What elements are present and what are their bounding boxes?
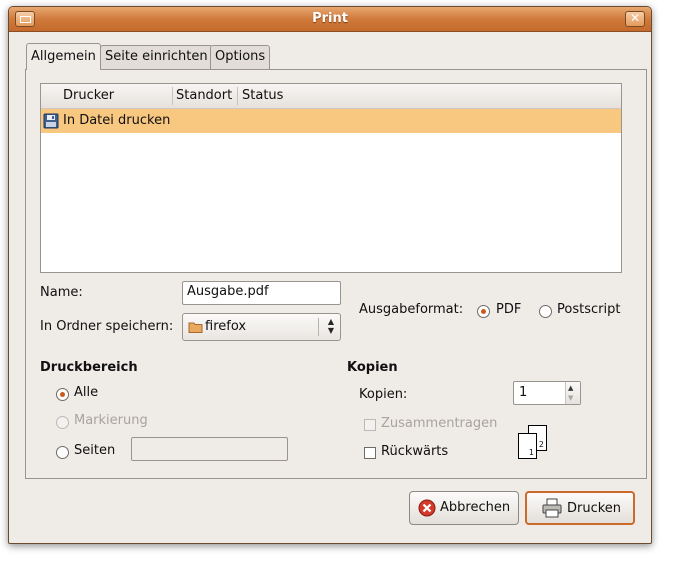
column-separator: [237, 87, 238, 105]
folder-select[interactable]: firefox ▲ ▼: [182, 313, 341, 341]
tab-allgemein[interactable]: Allgemein: [26, 43, 101, 70]
tab-seite-einrichten[interactable]: Seite einrichten: [100, 45, 213, 69]
format-pdf-label: PDF: [496, 302, 522, 317]
spin-buttons[interactable]: ▲ ▼: [565, 382, 580, 404]
printer-list-header: Drucker Standort Status: [41, 84, 621, 109]
cancel-icon: [418, 499, 436, 517]
column-header-location[interactable]: Standort: [176, 88, 232, 103]
format-postscript-radio[interactable]: [539, 305, 552, 318]
print-button[interactable]: Drucken: [525, 491, 635, 525]
print-dialog: Print ✕ Allgemein Seite einrichten Optio…: [8, 6, 652, 544]
printer-list[interactable]: Drucker Standort Status In Datei drucken: [40, 83, 622, 273]
spin-down-icon[interactable]: ▼: [568, 395, 573, 402]
column-header-status[interactable]: Status: [242, 88, 283, 103]
range-selection-label: Markierung: [74, 413, 148, 428]
column-separator: [172, 87, 173, 105]
tab-panel-general: Drucker Standort Status In Datei drucken…: [25, 69, 647, 479]
range-all-radio[interactable]: [56, 388, 69, 401]
close-button[interactable]: ✕: [625, 11, 645, 27]
folder-label: In Ordner speichern:: [40, 319, 174, 334]
page-icon: 1: [518, 433, 537, 459]
printer-icon: [542, 498, 562, 518]
range-pages-radio[interactable]: [56, 446, 69, 459]
collate-checkbox: [364, 419, 376, 431]
title-bar: Print ✕: [9, 7, 651, 32]
printer-row-print-to-file[interactable]: In Datei drucken: [41, 109, 621, 133]
tab-options[interactable]: Options: [210, 45, 271, 69]
range-pages-label: Seiten: [74, 443, 116, 458]
cancel-label: Abbrechen: [440, 500, 511, 515]
format-postscript-label: Postscript: [557, 302, 621, 317]
window-title: Print: [312, 11, 348, 26]
range-selection-radio: [56, 416, 69, 429]
reverse-label: Rückwärts: [381, 444, 449, 459]
floppy-disk-icon: [43, 113, 59, 129]
tab-label: Options: [215, 49, 266, 64]
folder-value: firefox: [205, 319, 247, 334]
combo-separator: [318, 318, 319, 336]
tab-label: Seite einrichten: [105, 49, 208, 64]
range-all-label: Alle: [74, 385, 99, 400]
copies-value: 1: [519, 385, 528, 400]
format-label: Ausgabeformat:: [359, 302, 464, 317]
collate-label: Zusammentragen: [381, 416, 498, 431]
copies-heading: Kopien: [347, 360, 398, 375]
spin-up-icon[interactable]: ▲: [568, 385, 573, 392]
tab-label: Allgemein: [31, 49, 96, 64]
printer-name: In Datei drucken: [63, 113, 171, 128]
print-label: Drucken: [567, 501, 622, 516]
print-range-heading: Druckbereich: [40, 360, 138, 375]
column-header-printer[interactable]: Drucker: [63, 88, 114, 103]
updown-arrows-icon: ▲ ▼: [327, 317, 334, 335]
filename-value: Ausgabe.pdf: [187, 284, 269, 299]
page-number: 2: [538, 440, 544, 449]
format-pdf-radio[interactable]: [477, 305, 490, 318]
page-number: 1: [528, 448, 534, 457]
copies-label: Kopien:: [359, 387, 408, 402]
folder-icon: [188, 322, 203, 333]
name-label: Name:: [40, 285, 83, 300]
filename-input[interactable]: Ausgabe.pdf: [182, 281, 341, 305]
reverse-checkbox[interactable]: [364, 447, 376, 459]
cancel-button[interactable]: Abbrechen: [409, 491, 519, 525]
close-icon: ✕: [629, 11, 641, 25]
pages-input[interactable]: [131, 437, 288, 461]
copies-spinbutton[interactable]: 1 ▲ ▼: [513, 381, 581, 405]
collate-pages-icon: 2 1: [518, 425, 558, 465]
